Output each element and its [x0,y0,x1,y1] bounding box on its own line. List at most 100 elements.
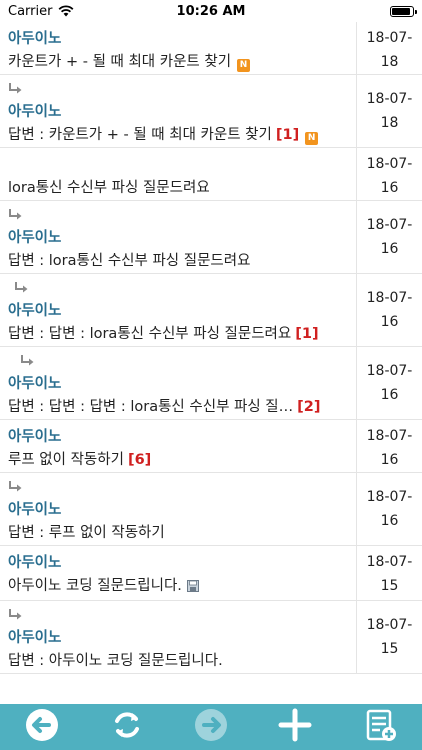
comment-count: [6] [127,452,152,468]
post-date-line1: 18-07- [366,554,413,570]
post-date: 18-07- 16 [356,201,422,273]
post-row[interactable]: lora통신 수신부 파싱 질문드려요 18-07- 16 [0,148,422,201]
post-title: 답변 : 아두이노 코딩 질문드립니다. [8,649,348,673]
post-row[interactable]: 아두이노 답변 : 답변 : lora통신 수신부 파싱 질문드려요 [1] 18-0… [0,274,422,347]
post-author: 아두이노 [8,104,62,120]
post-row[interactable]: 아두이노 답변 : 카운트가 + - 될 때 최대 카운트 찾기 [1] N 18-07… [0,75,422,148]
arrow-left-icon [22,705,62,749]
post-author: 아두이노 [8,555,62,571]
post-author: 아두이노 [8,376,62,392]
post-author: 아두이노 [8,429,62,445]
post-content: 아두이노답변 : 아두이노 코딩 질문드립니다. [0,601,356,673]
post-date-line2: 15 [380,641,399,657]
post-row[interactable]: 아두이노루프 없이 작동하기 [6] 18-07- 16 [0,420,422,473]
comment-count: [2] [297,399,321,415]
post-date-line2: 16 [380,452,399,468]
post-date-line1: 18-07- [366,290,413,306]
post-row[interactable]: 아두이노 아두이노 코딩 질문드립니다. 18-07- 15 [0,546,422,601]
bottom-toolbar [0,704,422,750]
post-date: 18-07- 16 [356,420,422,472]
post-author: 아두이노 [8,502,62,518]
post-author [8,154,348,176]
post-content: 아두이노카운트가 + - 될 때 최대 카운트 찾기 N [0,22,356,74]
plus-icon [275,705,315,749]
post-title: 답변 : 답변 : 답변 : lora통신 수신부 파싱 질… [2] [8,395,348,419]
attachment-icon [186,576,199,600]
post-date-line1: 18-07- [366,217,413,233]
reply-arrow-icon [8,353,348,373]
post-row[interactable]: 아두이노답변 : 루프 없이 작동하기 18-07- 16 [0,473,422,546]
post-title-text: 답변 : 답변 : lora통신 수신부 파싱 질문드려요 [8,326,292,342]
post-title-text: 답변 : 카운트가 + - 될 때 최대 카운트 찾기 [8,127,272,143]
post-date-line2: 16 [380,314,399,330]
post-date: 18-07- 18 [356,22,422,74]
post-date: 18-07- 16 [356,347,422,419]
post-content: 아두이노답변 : 답변 : 답변 : lora통신 수신부 파싱 질… [2] [0,347,356,419]
refresh-button[interactable] [105,705,149,749]
post-row[interactable]: 아두이노카운트가 + - 될 때 최대 카운트 찾기 N 18-07- 18 [0,22,422,75]
post-date-line1: 18-07- [366,617,413,633]
post-title: 루프 없이 작동하기 [6] [8,448,348,472]
post-title-text: 아두이노 코딩 질문드립니다. [8,578,182,594]
compose-list-button[interactable] [358,705,402,749]
post-title: 아두이노 코딩 질문드립니다. [8,574,348,600]
battery-icon [390,5,417,17]
post-date-line1: 18-07- [366,489,413,505]
post-date-line1: 18-07- [366,91,413,107]
post-date: 18-07- 16 [356,274,422,346]
arrow-right-icon [191,705,231,749]
forward-button[interactable] [189,705,233,749]
post-date: 18-07- 15 [356,546,422,600]
post-date-line1: 18-07- [366,156,413,172]
post-author: 아두이노 [8,630,62,646]
post-date-line1: 18-07- [366,428,413,444]
reply-arrow-icon [8,479,348,499]
status-bar: Carrier 10:26 AM [0,0,422,22]
battery-fill [392,7,410,15]
post-row[interactable]: 아두이노 답변 : lora통신 수신부 파싱 질문드려요 18-07- 16 [0,201,422,274]
refresh-icon [107,705,147,749]
post-date: 18-07- 15 [356,601,422,673]
post-title: 카운트가 + - 될 때 최대 카운트 찾기 N [8,50,348,74]
add-post-button[interactable] [273,705,317,749]
post-list[interactable]: 아두이노 카운트가 + - 될 때 최대 카운트 찾기 N 18-07- 18 아두이노 답… [0,22,422,704]
post-title: 답변 : 루프 없이 작동하기 [8,521,348,545]
post-title-text: 답변 : 루프 없이 작동하기 [8,525,165,541]
post-date: 18-07- 16 [356,148,422,200]
post-date-line2: 16 [380,241,399,257]
post-content: 아두이노답변 : 답변 : lora통신 수신부 파싱 질문드려요 [1] [0,274,356,346]
post-title-text: 답변 : lora통신 수신부 파싱 질문드려요 [8,253,251,269]
list-add-icon [360,705,400,749]
post-author: 아두이노 [8,31,62,47]
post-date-line2: 18 [380,115,399,131]
post-title: 답변 : 카운트가 + - 될 때 최대 카운트 찾기 [1] N [8,123,348,147]
post-date-line1: 18-07- [366,30,413,46]
post-content: 아두이노루프 없이 작동하기 [6] [0,420,356,472]
wifi-icon [59,5,74,17]
status-left: Carrier [8,4,74,19]
back-button[interactable] [20,705,64,749]
post-content: 아두이노아두이노 코딩 질문드립니다. [0,546,356,600]
post-content: 아두이노답변 : 카운트가 + - 될 때 최대 카운트 찾기 [1] N [0,75,356,147]
post-date-line1: 18-07- [366,363,413,379]
post-content: 아두이노 답변 : lora통신 수신부 파싱 질문드려요 [0,201,356,273]
post-title: lora통신 수신부 파싱 질문드려요 [8,176,348,200]
post-content: lora통신 수신부 파싱 질문드려요 [0,148,356,200]
new-badge-icon: N [237,59,251,72]
post-title: 답변 : 답변 : lora통신 수신부 파싱 질문드려요 [1] [8,322,348,346]
post-title-text: lora통신 수신부 파싱 질문드려요 [8,180,210,196]
post-title-text: 답변 : 답변 : 답변 : lora통신 수신부 파싱 질… [8,399,294,415]
post-title: 답변 : lora통신 수신부 파싱 질문드려요 [8,249,348,273]
new-badge-icon: N [305,132,319,145]
post-title-text: 카운트가 + - 될 때 최대 카운트 찾기 [8,54,232,70]
post-author: 아두이노 [8,303,62,319]
reply-arrow-icon [8,207,348,227]
post-date: 18-07- 16 [356,473,422,545]
carrier-label: Carrier [8,3,53,19]
post-date-line2: 18 [380,54,399,70]
post-date-line2: 16 [380,387,399,403]
post-title-text: 루프 없이 작동하기 [8,452,124,468]
post-date: 18-07- 18 [356,75,422,147]
post-row[interactable]: 아두이노 답변 : 답변 : 답변 : lora통신 수신부 파싱 질… [2] 18… [0,347,422,420]
post-row[interactable]: 아두이노답변 : 아두이노 코딩 질문드립니다. 18-07- 15 [0,601,422,674]
